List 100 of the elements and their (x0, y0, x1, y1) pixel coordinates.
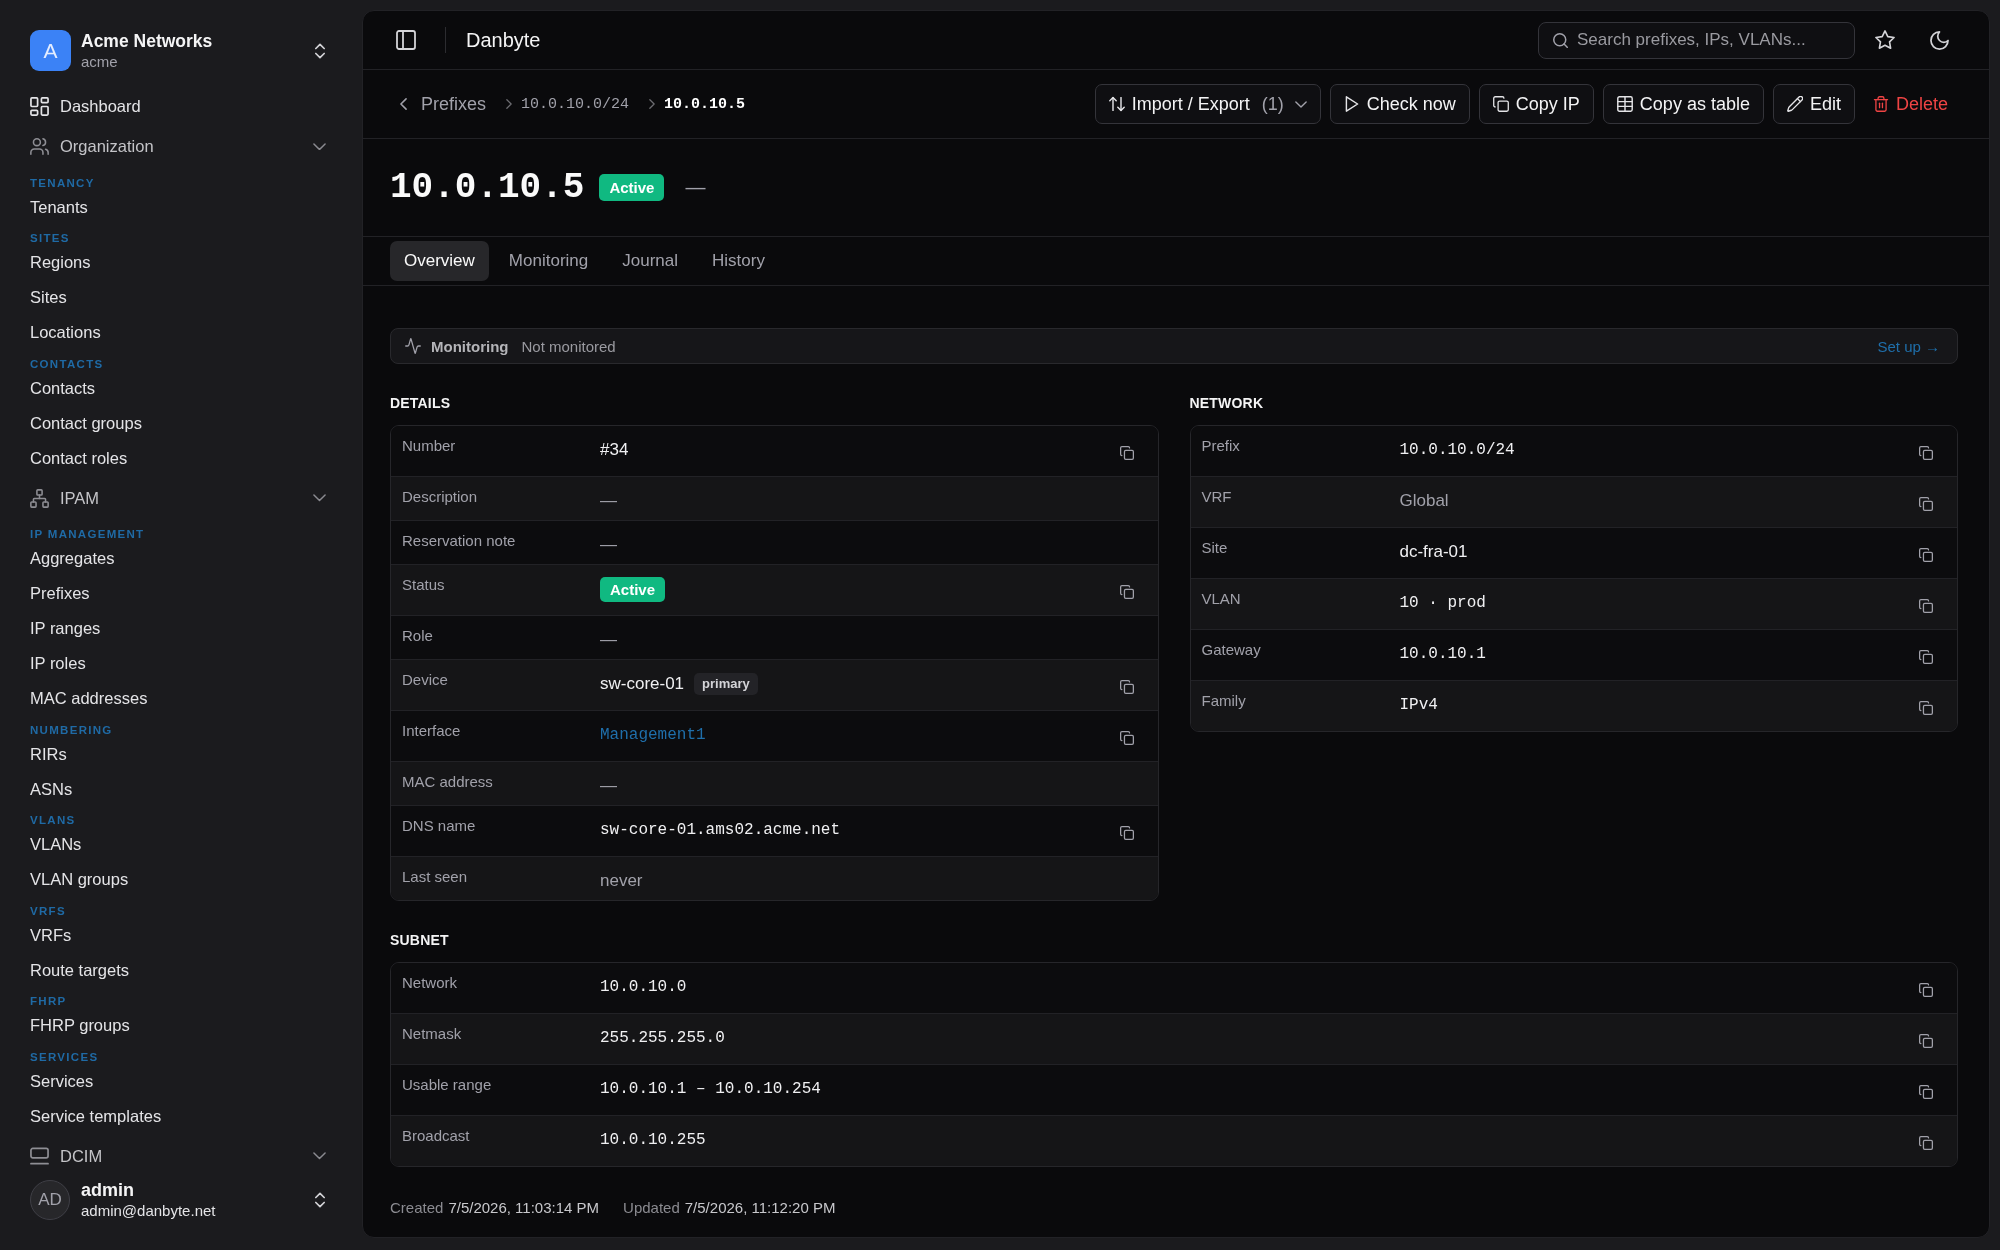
nav-item[interactable]: Contact roles (30, 440, 128, 476)
copy-icon[interactable] (1119, 584, 1134, 599)
nav-group-toggle[interactable]: IPAM (30, 475, 326, 521)
nav-item[interactable]: ASNs (30, 771, 73, 807)
nav-item[interactable]: Route targets (30, 952, 130, 988)
pulse-icon (405, 338, 421, 354)
nav-item[interactable]: Prefixes (30, 576, 90, 611)
copy-icon[interactable] (1119, 679, 1134, 694)
copy-icon[interactable] (1919, 1084, 1933, 1099)
field-value: 10.0.10.1 (1399, 644, 1486, 665)
copy-icon[interactable] (1119, 730, 1134, 745)
copy-ip-button[interactable]: Copy IP (1478, 84, 1594, 124)
copy-icon[interactable] (1919, 598, 1933, 613)
app-title: Danbyte (466, 28, 541, 52)
field-value: 10.0.10.0/24 (1399, 440, 1515, 461)
copy-icon[interactable] (1919, 547, 1933, 562)
nav-item[interactable]: Regions (30, 245, 91, 280)
field-value: 255.255.255.0 (600, 1028, 725, 1049)
panel-left-icon[interactable] (396, 30, 416, 50)
field-value: IPv4 (1399, 695, 1438, 716)
import-export-button[interactable]: Import / Export (1) (1094, 84, 1321, 124)
arrows-up-down-icon (1108, 96, 1125, 112)
field-value: — (600, 775, 617, 797)
nav-section-heading: CONTACTS (30, 357, 104, 371)
nav-item[interactable]: Tenants (30, 189, 88, 225)
nav-item[interactable]: Service templates (30, 1098, 162, 1134)
nav-item[interactable]: RIRs (30, 736, 67, 772)
field-value: sw-core-01.ams02.acme.net (600, 820, 841, 841)
nav-item[interactable]: IP ranges (30, 611, 101, 646)
nav-section-heading: TENANCY (30, 176, 95, 190)
search-field[interactable]: Search prefixes, IPs, VLANs... (1538, 21, 1855, 59)
user-name: admin (81, 1180, 134, 1201)
field-label: Device (402, 670, 448, 690)
status-badge: Active (600, 577, 666, 602)
nav-item[interactable]: Locations (30, 315, 101, 350)
copy-icon[interactable] (1119, 825, 1134, 840)
tab[interactable]: Journal (608, 241, 692, 281)
copy-table-button[interactable]: Copy as table (1602, 84, 1764, 124)
field-label: Gateway (1201, 640, 1261, 660)
device-tag: primary (694, 673, 758, 695)
timestamp-label: Updated (623, 1199, 680, 1217)
field-label: VRF (1201, 487, 1232, 507)
timestamp-label: Created (390, 1199, 444, 1217)
laptop-icon (30, 1146, 49, 1166)
field-label: DNS name (402, 816, 476, 836)
tab[interactable]: Overview (390, 241, 489, 281)
chevrons-up-down-icon[interactable] (315, 42, 325, 59)
play-icon (1343, 96, 1360, 112)
chevrons-up-down-icon[interactable] (315, 1192, 325, 1208)
field-value: — (600, 490, 617, 512)
nav-item[interactable]: Services (30, 1063, 94, 1099)
nav-section-heading: SERVICES (30, 1050, 99, 1064)
workspace-logo: A (30, 30, 71, 71)
copy-icon[interactable] (1919, 445, 1933, 460)
moon-icon[interactable] (1930, 30, 1949, 50)
field-value: — (600, 629, 617, 651)
nav-item[interactable]: MAC addresses (30, 681, 148, 716)
nav-item[interactable]: Contact groups (30, 405, 142, 441)
copy-icon[interactable] (1919, 1033, 1933, 1048)
field-label: Role (402, 626, 433, 646)
tab[interactable]: Monitoring (494, 241, 603, 281)
table-icon (1616, 96, 1633, 112)
breadcrumb-current: 10.0.10.5 (664, 95, 746, 113)
copy-icon[interactable] (1919, 700, 1933, 715)
edit-button[interactable]: Edit (1772, 84, 1855, 124)
tab[interactable]: History (698, 241, 779, 281)
nav-group-toggle[interactable]: DCIM (30, 1133, 326, 1179)
star-icon[interactable] (1875, 30, 1895, 50)
nav-item[interactable]: Contacts (30, 370, 96, 406)
nav-item[interactable]: Dashboard (30, 89, 141, 124)
copy-icon[interactable] (1919, 1135, 1933, 1150)
back-link[interactable]: Prefixes (400, 93, 487, 115)
status-badge: Active (599, 174, 665, 201)
grid-icon (30, 97, 49, 116)
copy-icon[interactable] (1919, 649, 1933, 664)
nav-section-heading: VRFS (30, 904, 66, 918)
pencil-icon (1786, 96, 1803, 112)
monitoring-label: Monitoring (431, 337, 509, 355)
copy-icon (1492, 96, 1509, 112)
check-now-button[interactable]: Check now (1329, 84, 1470, 124)
nav-item[interactable]: VLAN groups (30, 862, 129, 897)
field-value: Global (1399, 490, 1449, 512)
nav-section-heading: IP MANAGEMENT (30, 528, 145, 541)
copy-icon[interactable] (1919, 496, 1933, 511)
field-link[interactable]: Management1 (600, 723, 706, 747)
nav-item[interactable]: Sites (30, 280, 67, 315)
nav-group-toggle[interactable]: Organization (30, 124, 326, 169)
nav-item[interactable]: FHRP groups (30, 1008, 130, 1043)
nav-item[interactable]: Aggregates (30, 541, 115, 576)
section-heading: SUBNET (390, 931, 449, 949)
chevron-down-icon (1294, 100, 1307, 108)
field-label: Prefix (1201, 436, 1240, 456)
nav-item[interactable]: VLANs (30, 827, 82, 862)
copy-icon[interactable] (1919, 982, 1933, 997)
delete-button[interactable]: Delete (1863, 84, 1957, 124)
copy-icon[interactable] (1119, 445, 1134, 460)
field-value: 10.0.10.0 (600, 977, 687, 998)
nav-item[interactable]: VRFs (30, 917, 72, 953)
nav-item[interactable]: IP roles (30, 646, 86, 681)
breadcrumb-link[interactable]: 10.0.10.0/24 (521, 95, 630, 113)
